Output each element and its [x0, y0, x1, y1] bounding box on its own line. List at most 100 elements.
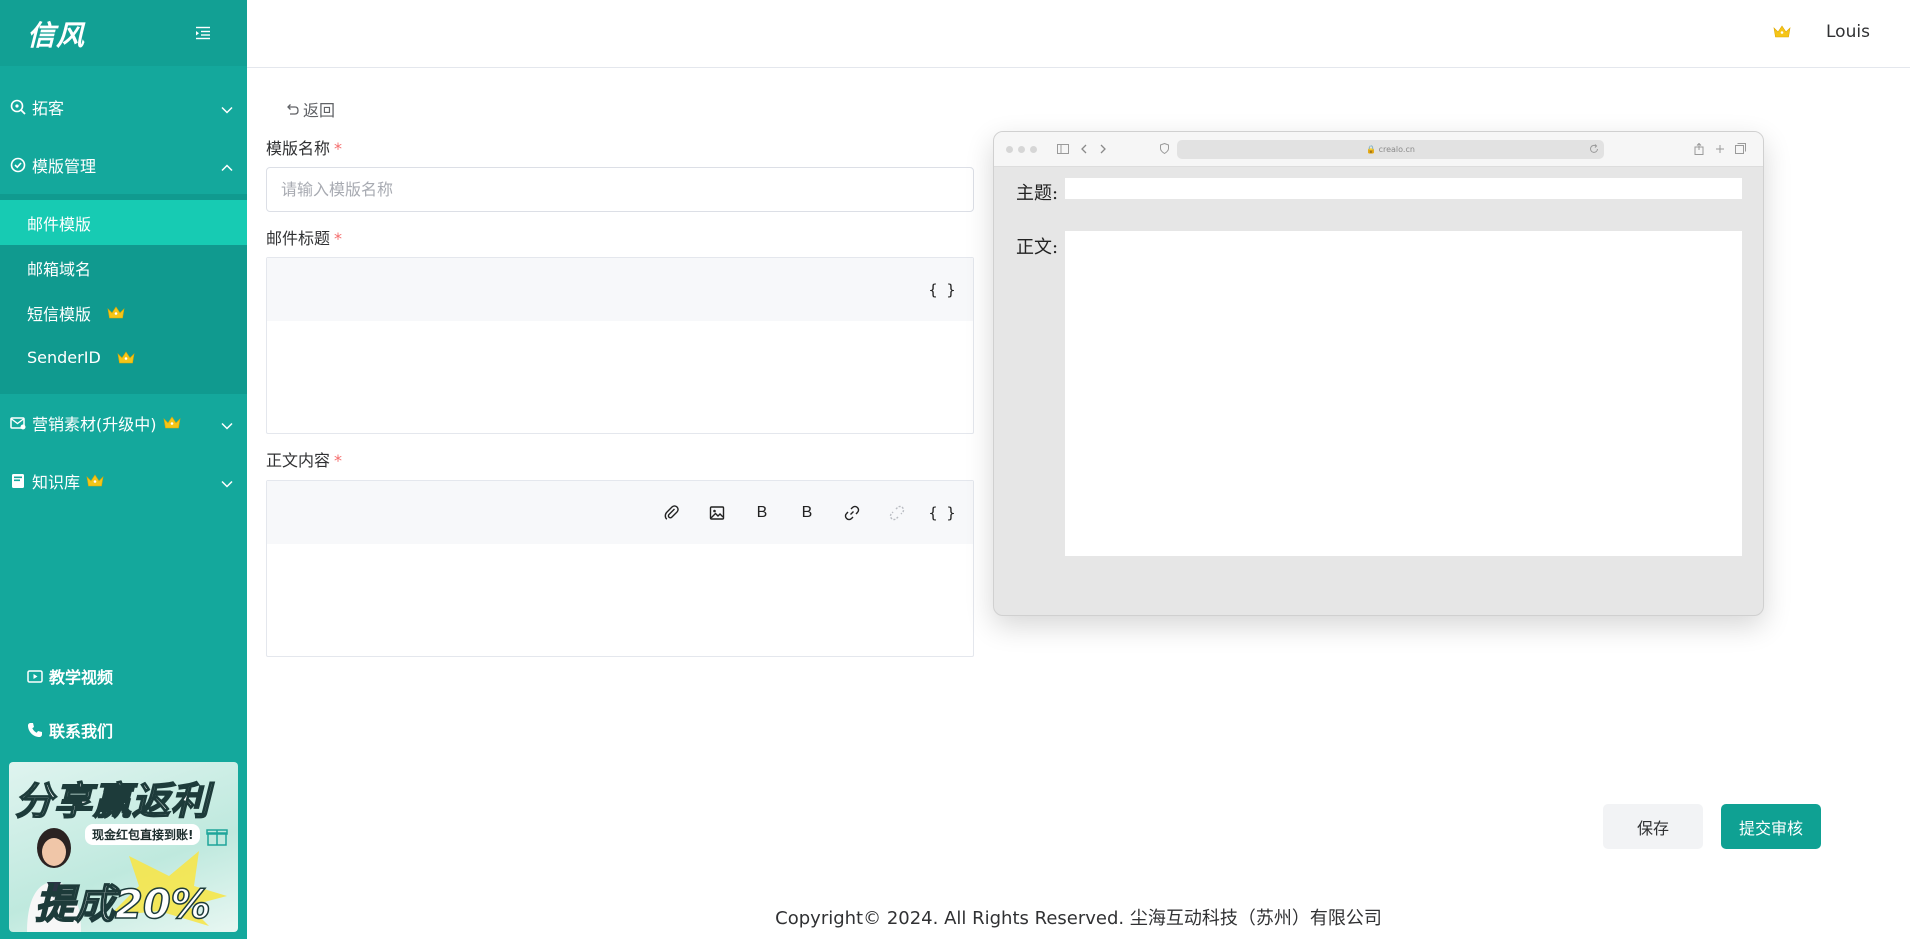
- subject-editor-content[interactable]: [267, 321, 973, 433]
- menu-label: 知识库: [32, 473, 81, 492]
- insert-link-button[interactable]: [835, 496, 869, 530]
- paperclip-icon: [664, 504, 679, 520]
- submenu-templates: 邮件模版 邮箱域名 短信模版 SenderID: [0, 194, 247, 394]
- email-subject-label: 邮件标题 *: [266, 225, 342, 249]
- menu-label: 拓客: [32, 99, 65, 118]
- nav-forward-icon: [1099, 143, 1107, 157]
- window-controls: [1006, 146, 1037, 153]
- back-label: 返回: [303, 101, 336, 120]
- shield-icon: [1160, 142, 1169, 157]
- logo-bar: 信风: [0, 0, 247, 66]
- template-name-input[interactable]: [266, 167, 974, 212]
- menu-group-marketing: 营销素材(升级中): [0, 394, 247, 452]
- video-icon: [27, 669, 43, 684]
- tabs-overview-icon: [1735, 143, 1746, 157]
- chevron-down-icon: [221, 473, 233, 492]
- save-button[interactable]: 保存: [1603, 804, 1703, 849]
- insert-variable-button[interactable]: { }: [925, 273, 959, 307]
- share-icon: [1694, 142, 1704, 158]
- sidebar-item-label: SenderID: [27, 348, 101, 367]
- crown-icon: [163, 416, 181, 430]
- sidebar-menu: 拓客 模版管理 邮件模版 邮箱域名 短信模版 SenderID 营销素材(升级中…: [0, 78, 247, 510]
- insert-variable-button[interactable]: { }: [925, 496, 959, 530]
- attach-button[interactable]: [655, 496, 689, 530]
- menu-head-knowledge[interactable]: 知识库: [0, 452, 247, 510]
- required-mark: *: [334, 451, 343, 470]
- menu-label: 模版管理: [32, 157, 97, 176]
- required-mark: *: [334, 139, 343, 158]
- new-tab-icon: [1715, 143, 1725, 157]
- body-content-label: 正文内容 *: [266, 447, 342, 471]
- mail-settings-icon: [10, 415, 26, 431]
- chevron-down-icon: [221, 415, 233, 434]
- sidebar-item-email-template[interactable]: 邮件模版: [0, 200, 247, 245]
- submit-review-button[interactable]: 提交审核: [1721, 804, 1821, 849]
- bold-alt-button[interactable]: B: [790, 496, 824, 530]
- link-icon: [844, 505, 860, 520]
- book-icon: [10, 473, 26, 489]
- body-editor: B B { }: [266, 480, 974, 657]
- sidebar-item-label: 邮箱域名: [27, 259, 92, 279]
- label-text: 邮件标题: [266, 229, 331, 248]
- preview-browser-bar: 🔒 crealo.cn: [994, 132, 1763, 167]
- required-mark: *: [334, 229, 343, 248]
- tutorial-video-link[interactable]: 教学视频: [27, 664, 113, 688]
- remove-link-button[interactable]: [880, 496, 914, 530]
- undo-icon: [285, 102, 299, 116]
- email-preview: 🔒 crealo.cn 主题: 正文:: [993, 131, 1764, 616]
- collapse-sidebar-button[interactable]: [192, 22, 214, 44]
- menu-group-tuoke: 拓客: [0, 78, 247, 136]
- sidebar-toggle-icon: [1057, 143, 1069, 157]
- back-button[interactable]: 返回: [285, 97, 335, 121]
- sidebar-item-sms-template[interactable]: 短信模版: [0, 290, 247, 335]
- unlink-icon: [889, 505, 905, 520]
- crown-icon: [117, 350, 135, 365]
- crown-icon[interactable]: [1773, 24, 1791, 43]
- menu-group-templates: 模版管理 邮件模版 邮箱域名 短信模版 SenderID: [0, 136, 247, 394]
- app-logo[interactable]: 信风: [27, 14, 85, 54]
- subject-editor: { }: [266, 257, 974, 434]
- body-toolbar: B B { }: [267, 481, 973, 544]
- chevron-down-icon: [221, 99, 233, 118]
- footer-copyright: Copyright© 2024. All Rights Reserved. 尘海…: [775, 908, 1382, 929]
- menu-label: 营销素材(升级中): [32, 415, 157, 434]
- sidebar: 信风 拓客 模版管理 邮件模版 邮箱域名 短信模版 SenderID 营销素材(…: [0, 0, 247, 939]
- phone-icon: [27, 722, 43, 738]
- menu-head-marketing[interactable]: 营销素材(升级中): [0, 394, 247, 452]
- promo-subtitle: 现金红包直接到账!: [85, 824, 201, 845]
- gift-icon: [206, 829, 228, 846]
- preview-subject-label: 主题:: [1016, 183, 1059, 204]
- sidebar-item-email-domain[interactable]: 邮箱域名: [0, 245, 247, 290]
- label-text: 正文内容: [266, 451, 331, 470]
- subject-toolbar: { }: [267, 258, 973, 321]
- check-circle-icon: [10, 157, 26, 173]
- search-globe-icon: [10, 99, 26, 115]
- menu-head-tuoke[interactable]: 拓客: [0, 78, 247, 136]
- bold-button[interactable]: B: [745, 496, 779, 530]
- crown-icon: [86, 474, 104, 488]
- contact-us-link[interactable]: 联系我们: [27, 718, 113, 742]
- template-name-label: 模版名称 *: [266, 135, 342, 159]
- crown-icon: [107, 305, 125, 320]
- top-header: Louis: [247, 0, 1910, 68]
- body-editor-content[interactable]: [267, 544, 973, 656]
- menu-fold-icon: [196, 26, 210, 40]
- sidebar-item-sender-id[interactable]: SenderID: [0, 335, 247, 380]
- contact-us-label: 联系我们: [49, 722, 114, 741]
- sidebar-item-label: 短信模版: [27, 304, 92, 324]
- tutorial-video-label: 教学视频: [49, 668, 114, 687]
- insert-image-button[interactable]: [700, 496, 734, 530]
- preview-body-label: 正文:: [1016, 237, 1059, 258]
- nav-back-icon: [1080, 143, 1088, 157]
- user-name[interactable]: Louis: [1826, 22, 1870, 42]
- preview-body-field: [1065, 231, 1742, 556]
- menu-head-templates[interactable]: 模版管理: [0, 136, 247, 194]
- menu-group-knowledge: 知识库: [0, 452, 247, 510]
- reload-icon: [1589, 143, 1599, 157]
- chevron-up-icon: [221, 157, 233, 176]
- preview-subject-field: [1065, 178, 1742, 199]
- image-icon: [709, 505, 725, 520]
- label-text: 模版名称: [266, 139, 331, 158]
- sidebar-item-label: 邮件模版: [27, 214, 92, 234]
- promo-title: 分享赢返利: [14, 778, 211, 824]
